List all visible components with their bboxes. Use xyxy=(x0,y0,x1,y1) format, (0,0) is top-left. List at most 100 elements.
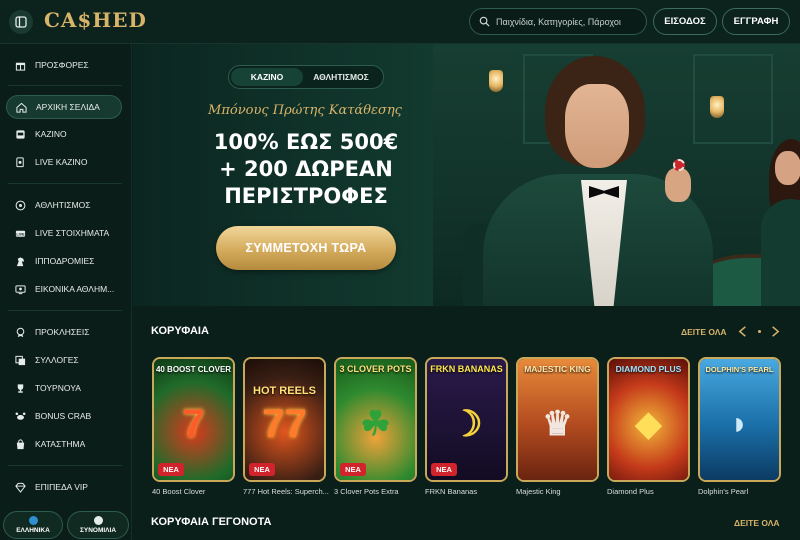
game-name[interactable]: Dolphin's Pearl xyxy=(698,487,748,496)
sidebar-item-label: ΤΟΥΡΝΟΥΑ xyxy=(35,383,81,393)
game-name[interactable]: 777 Hot Reels: Superch... xyxy=(243,487,329,496)
join-now-button[interactable]: ΣΥΜΜΕΤΟΧΗ ΤΩΡΑ xyxy=(216,226,396,270)
game-name[interactable]: 3 Clover Pots Extra xyxy=(334,487,399,496)
game-name[interactable]: FRKN Bananas xyxy=(425,487,477,496)
game-name[interactable]: 40 Boost Clover xyxy=(152,487,205,496)
sidebar-divider xyxy=(8,465,122,466)
sidebar-divider xyxy=(8,310,122,311)
game-art-title: DOLPHIN'S PEARL xyxy=(705,365,774,374)
sidebar-item-bonus-crab[interactable]: BONUS CRAB xyxy=(6,404,122,428)
sidebar-toggle-icon xyxy=(15,16,27,28)
live-casino-icon xyxy=(14,156,26,168)
wall-panel xyxy=(693,54,773,144)
sidebar-item-sports[interactable]: ΑΘΛΗΤΙΣΜΟΣ xyxy=(6,193,122,217)
new-badge: ΝΕΑ xyxy=(158,463,184,476)
chevron-right-icon[interactable] xyxy=(768,325,781,338)
collections-icon xyxy=(14,354,26,366)
horse-icon xyxy=(14,255,26,267)
lion-icon: ♛ xyxy=(542,404,573,443)
sidebar-item-label: ΙΠΠΟΔΡΟΜΙΕΣ xyxy=(35,256,95,266)
tab-casino[interactable]: ΚΑΖΙΝΟ xyxy=(231,68,303,86)
dolphin-icon: ◗ xyxy=(729,404,750,441)
gift-icon xyxy=(14,59,26,71)
section-title-top-events: ΚΟΡΥΦΑΙΑ ΓΕΓΟΝΟΤΑ xyxy=(151,516,272,528)
game-art-title: FRKN BANANAS xyxy=(430,364,503,374)
sidebar-item-label: LIVE ΣΤΟΙΧΗΜΑΤΑ xyxy=(35,228,110,238)
leprechaun-icon: ☘ xyxy=(360,404,391,443)
shop-icon xyxy=(14,438,26,450)
diamond-symbol-icon: ◆ xyxy=(635,404,662,443)
sidebar-item-vip-levels[interactable]: ΕΠΙΠΕΔΑ VIP xyxy=(6,475,122,499)
top-header: CA$HED Παιχνίδια, Κατηγορίες, Πάροχοι ΕΙ… xyxy=(0,0,800,44)
sidebar-item-promotions[interactable]: ΠΡΟΣΦΟΡΕΣ xyxy=(6,53,122,77)
sidebar-item-live-betting[interactable]: LIVE LIVE ΣΤΟΙΧΗΜΑΤΑ xyxy=(6,221,122,245)
live-bet-icon: LIVE xyxy=(14,227,26,239)
diamond-icon xyxy=(14,481,26,493)
sidebar-toggle-button[interactable] xyxy=(9,10,33,34)
sidebar-item-label: ΚΑΖΙΝΟ xyxy=(35,129,67,139)
seven-symbol: 77 xyxy=(262,401,307,446)
sidebar-item-shop[interactable]: ΚΑΤΑΣΤΗΜΑ xyxy=(6,432,122,456)
game-card-40-boost-clover[interactable]: 40 BOOST CLOVER 7 ΝΕΑ xyxy=(152,357,235,482)
hero-headline-2: + 200 ΔΩΡΕΑΝ xyxy=(219,157,393,181)
section-title-top: ΚΟΡΥΦΑΙΑ xyxy=(151,325,209,337)
sidebar-item-label: ΣΥΛΛΟΓΕΣ xyxy=(35,355,79,365)
trophy-icon xyxy=(14,382,26,394)
game-card-diamond-plus[interactable]: DIAMOND PLUS ◆ xyxy=(607,357,690,482)
search-icon xyxy=(479,16,490,27)
hero-headline-1: 100% ΕΩΣ 500€ xyxy=(213,130,399,154)
virtual-sports-icon xyxy=(14,283,26,295)
login-button[interactable]: ΕΙΣΟΔΟΣ xyxy=(653,8,717,35)
sidebar-item-label: ΑΡΧΙΚΗ ΣΕΛΙΔΑ xyxy=(36,102,100,112)
game-art-title: 3 CLOVER POTS xyxy=(339,364,412,374)
sidebar-item-label: ΕΙΚΟΝΙΚΑ ΑΘΛΗΜ... xyxy=(35,284,115,294)
svg-text:LIVE: LIVE xyxy=(16,232,25,236)
hero-headline-3: ΠΕΡΙΣΤΡΟΦΕΣ xyxy=(224,184,388,208)
support-chat-button[interactable]: ΣΥΝΟΜΙΛΙΑ xyxy=(67,511,129,539)
game-art-title: 40 BOOST CLOVER xyxy=(155,365,232,374)
sidebar-item-label: ΕΠΙΠΕΔΑ VIP xyxy=(35,482,88,492)
slot-icon xyxy=(14,128,26,140)
sidebar-item-virtual-sports[interactable]: ΕΙΚΟΝΙΚΑ ΑΘΛΗΜ... xyxy=(6,277,122,301)
hero-banner: ΚΑΖΙΝΟ ΑΘΛΗΤΙΣΜΟΣ Μπόνους Πρώτης Κατάθεσ… xyxy=(133,44,800,306)
sidebar-divider xyxy=(8,183,122,184)
see-all-events-link[interactable]: ΔΕΙΤΕ ΟΛΑ xyxy=(734,518,780,528)
tab-sports[interactable]: ΑΘΛΗΤΙΣΜΟΣ xyxy=(303,68,379,86)
game-card-dolphins-pearl[interactable]: DOLPHIN'S PEARL ◗ xyxy=(698,357,781,482)
game-name[interactable]: Majestic King xyxy=(516,487,561,496)
language-button[interactable]: ΕΛΛΗΝΙΚΑ xyxy=(3,511,63,539)
sidebar-divider xyxy=(8,85,122,86)
game-art-title: HOT REELS xyxy=(253,385,316,397)
woman-figure xyxy=(761,139,800,306)
game-art-title: MAJESTIC KING xyxy=(524,364,591,374)
game-card-777-hot-reels[interactable]: HOT REELS 77 ΝΕΑ xyxy=(243,357,326,482)
soccer-icon xyxy=(14,199,26,211)
sidebar-item-collections[interactable]: ΣΥΛΛΟΓΕΣ xyxy=(6,348,122,372)
wall-lamp xyxy=(710,96,724,118)
game-card-3-clover-pots[interactable]: 3 CLOVER POTS ☘ ΝΕΑ xyxy=(334,357,417,482)
banana-icon: ☽ xyxy=(450,402,483,444)
register-button[interactable]: ΕΓΓΡΑΦΗ xyxy=(722,8,790,35)
chat-icon xyxy=(93,516,103,525)
game-name[interactable]: Diamond Plus xyxy=(607,487,654,496)
seven-symbol: 7 xyxy=(182,401,205,446)
game-card-frkn-bananas[interactable]: FRKN BANANAS ☽ ΝΕΑ xyxy=(425,357,508,482)
challenge-icon xyxy=(14,326,26,338)
sidebar-item-home[interactable]: ΑΡΧΙΚΗ ΣΕΛΙΔΑ xyxy=(6,95,122,119)
see-all-top-link[interactable]: ΔΕΙΤΕ ΟΛΑ xyxy=(681,327,727,337)
search-placeholder: Παιχνίδια, Κατηγορίες, Πάροχοι xyxy=(496,16,621,27)
sidebar-item-challenges[interactable]: ΠΡΟΚΛΗΣΕΙΣ xyxy=(6,320,122,344)
search-input[interactable]: Παιχνίδια, Κατηγορίες, Πάροχοι xyxy=(469,8,647,35)
new-badge: ΝΕΑ xyxy=(249,463,275,476)
game-card-majestic-king[interactable]: MAJESTIC KING ♛ xyxy=(516,357,599,482)
new-badge: ΝΕΑ xyxy=(431,463,457,476)
sidebar-item-tournaments[interactable]: ΤΟΥΡΝΟΥΑ xyxy=(6,376,122,400)
poker-chip xyxy=(673,159,685,171)
sidebar-item-horse-racing[interactable]: ΙΠΠΟΔΡΟΜΙΕΣ xyxy=(6,249,122,273)
chevron-left-icon[interactable] xyxy=(737,325,750,338)
site-logo[interactable]: CA$HED xyxy=(44,8,147,32)
sidebar-item-casino[interactable]: ΚΑΖΙΝΟ xyxy=(6,122,122,146)
sidebar-item-label: LIVE ΚΑΖΙΝΟ xyxy=(35,157,88,167)
sidebar-item-live-casino[interactable]: LIVE ΚΑΖΙΝΟ xyxy=(6,150,122,174)
new-badge: ΝΕΑ xyxy=(340,463,366,476)
